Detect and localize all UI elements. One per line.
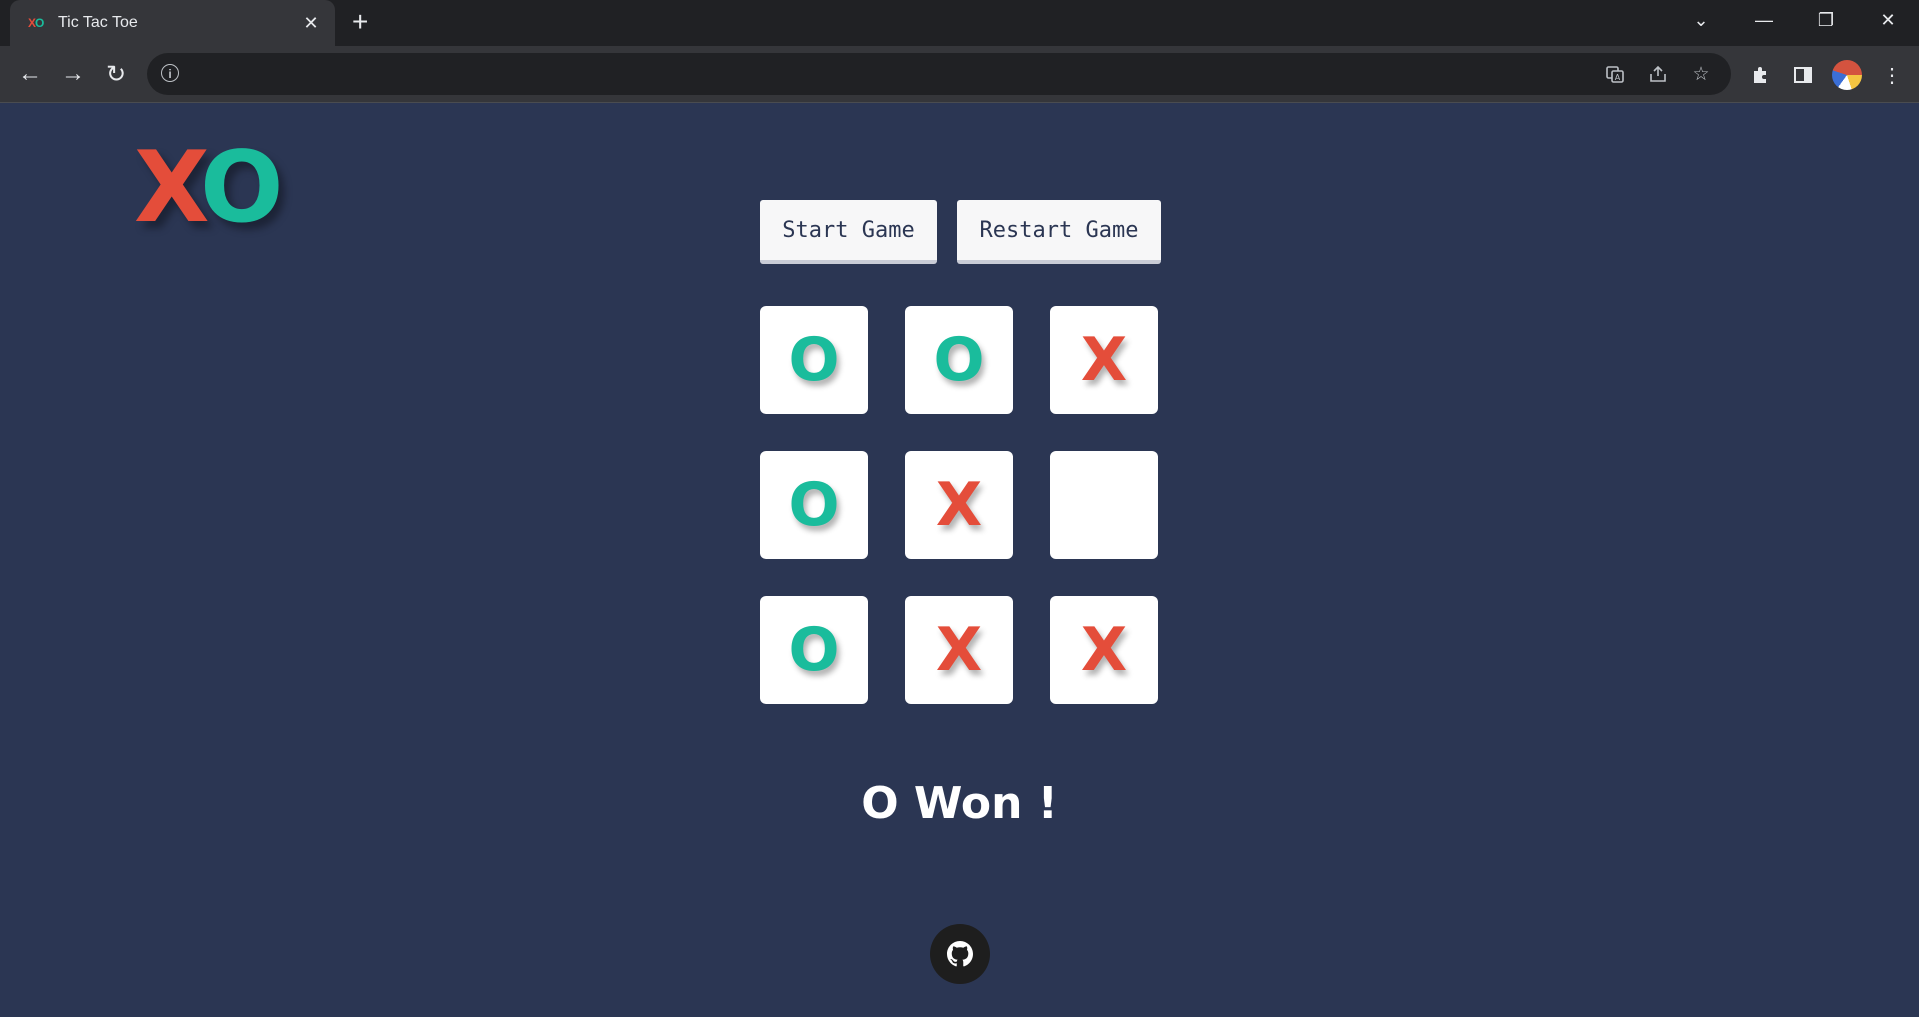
back-button[interactable]: ← [12, 56, 48, 92]
board-cell[interactable]: X [1050, 306, 1158, 414]
game-board: O O X O X O X X [760, 306, 1160, 706]
tab-title: Tic Tac Toe [58, 14, 138, 31]
browser-tab[interactable]: XO Tic Tac Toe ✕ [10, 0, 335, 46]
site-info-icon[interactable]: i [161, 64, 179, 82]
new-tab-button[interactable]: + [352, 8, 368, 36]
minimize-button[interactable]: — [1733, 0, 1795, 40]
share-icon[interactable] [1645, 61, 1671, 87]
board-cell[interactable]: X [1050, 596, 1158, 704]
restore-button[interactable]: ❐ [1795, 0, 1857, 40]
browser-toolbar: ← → ↻ i A ☆ ⋮ [0, 46, 1919, 103]
browser-menu-icon[interactable]: ⋮ [1876, 59, 1908, 91]
reload-button[interactable]: ↻ [98, 56, 134, 92]
board-cell[interactable]: O [760, 596, 868, 704]
github-link[interactable] [930, 924, 990, 984]
board-cell[interactable]: O [760, 306, 868, 414]
svg-text:A: A [1615, 73, 1621, 82]
board-cell[interactable]: X [905, 451, 1013, 559]
translate-icon[interactable]: A [1602, 61, 1628, 87]
tab-close-icon[interactable]: ✕ [301, 13, 321, 34]
address-bar[interactable]: i A ☆ [147, 53, 1731, 95]
board-cell[interactable]: X [905, 596, 1013, 704]
browser-tab-strip: XO Tic Tac Toe ✕ + ⌄ — ❐ ✕ [0, 0, 1919, 46]
tab-search-icon[interactable]: ⌄ [1670, 0, 1732, 40]
favicon-icon: XO [28, 16, 44, 30]
profile-avatar[interactable] [1832, 60, 1862, 90]
board-cell[interactable] [1050, 451, 1158, 559]
github-icon [947, 941, 973, 967]
start-game-button[interactable]: Start Game [760, 200, 937, 264]
extensions-icon[interactable] [1744, 59, 1776, 91]
window-close-button[interactable]: ✕ [1857, 0, 1919, 40]
xo-logo: XO [134, 131, 283, 245]
board-cell[interactable]: O [760, 451, 868, 559]
game-result: O Won ! [861, 778, 1058, 829]
forward-button[interactable]: → [55, 56, 91, 92]
board-cell[interactable]: O [905, 306, 1013, 414]
bookmark-star-icon[interactable]: ☆ [1688, 61, 1714, 87]
restart-game-button[interactable]: Restart Game [957, 200, 1161, 264]
side-panel-icon[interactable] [1787, 59, 1819, 91]
